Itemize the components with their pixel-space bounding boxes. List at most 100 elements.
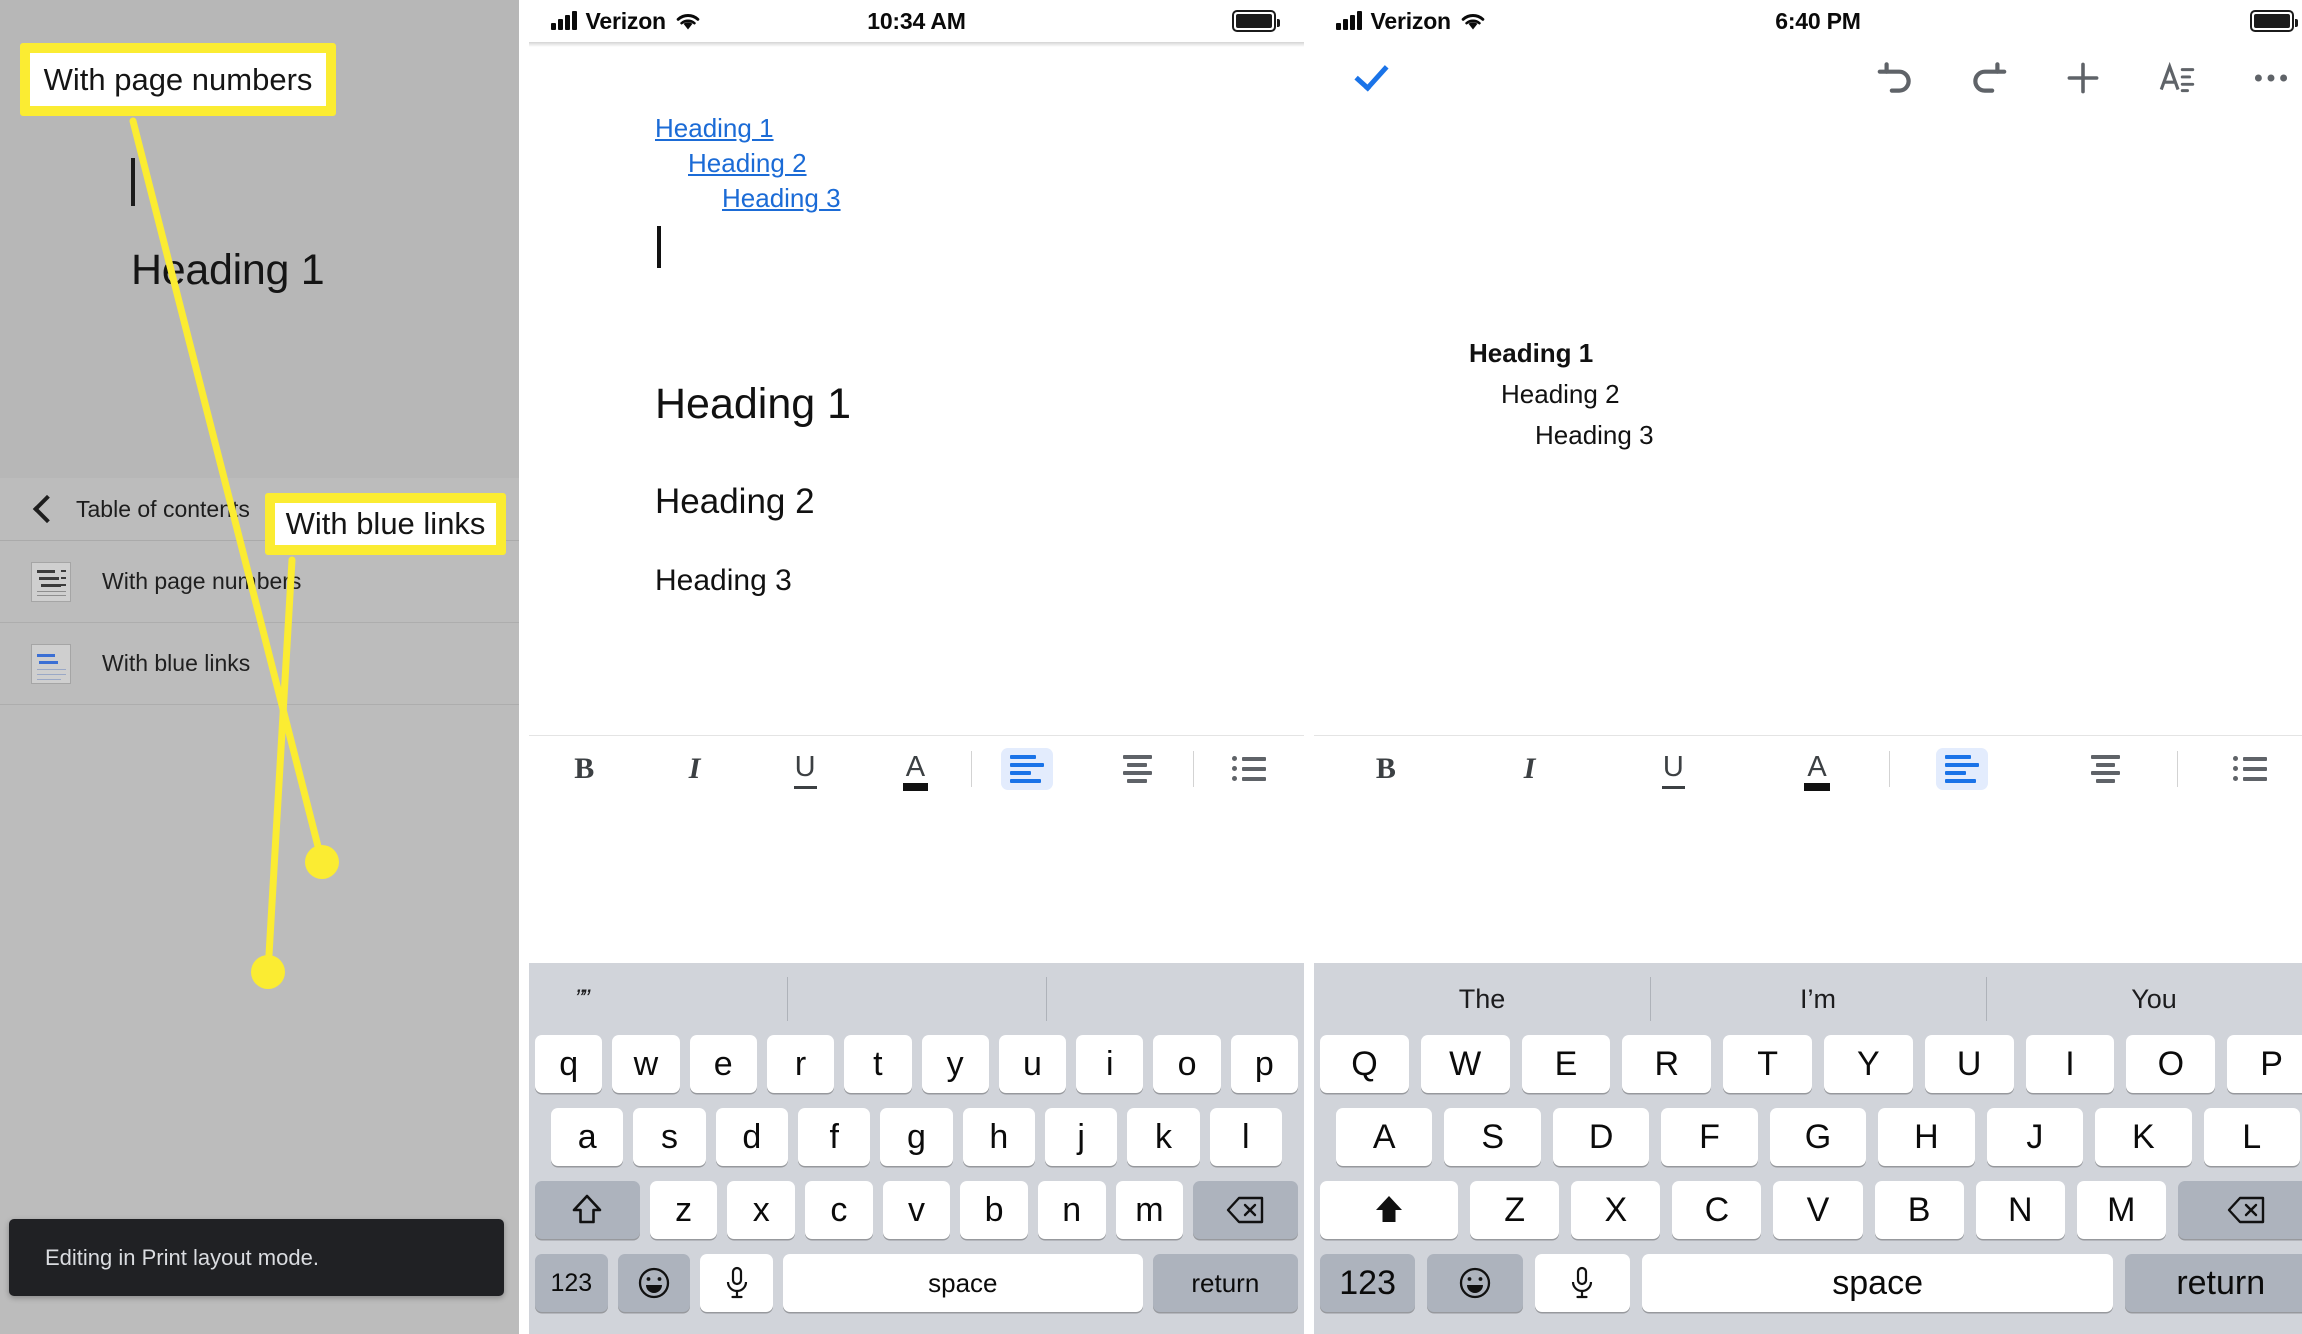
- key-s[interactable]: s: [633, 1108, 706, 1166]
- emoji-key[interactable]: [1427, 1254, 1523, 1312]
- align-center-button[interactable]: [2034, 744, 2178, 794]
- prediction-1[interactable]: The: [1314, 977, 1650, 1021]
- italic-button[interactable]: I: [1458, 744, 1602, 794]
- key-x[interactable]: x: [727, 1181, 796, 1239]
- emoji-key[interactable]: [617, 1254, 691, 1312]
- key-f[interactable]: F: [1661, 1108, 1758, 1166]
- key-b[interactable]: b: [960, 1181, 1028, 1239]
- bold-button[interactable]: B: [529, 744, 639, 794]
- key-c[interactable]: c: [805, 1181, 873, 1239]
- text-color-button[interactable]: A: [860, 744, 970, 794]
- key-h[interactable]: h: [962, 1108, 1035, 1166]
- key-q[interactable]: Q: [1320, 1035, 1409, 1093]
- key-e[interactable]: E: [1521, 1035, 1611, 1093]
- key-k[interactable]: K: [2095, 1108, 2192, 1166]
- key-b[interactable]: B: [1874, 1181, 1964, 1239]
- document-canvas[interactable]: Heading 1 Heading 2 Heading 3: [1314, 114, 2302, 451]
- underline-button[interactable]: U: [750, 744, 860, 794]
- key-z[interactable]: z: [649, 1181, 718, 1239]
- key-i[interactable]: I: [2025, 1035, 2115, 1093]
- key-n[interactable]: N: [1975, 1181, 2065, 1239]
- toc-link-heading-3[interactable]: Heading 3: [722, 183, 841, 214]
- key-u[interactable]: U: [1924, 1035, 2014, 1093]
- key-i[interactable]: i: [1076, 1035, 1144, 1093]
- italic-button[interactable]: I: [639, 744, 749, 794]
- bulleted-list-button[interactable]: [2178, 744, 2302, 794]
- numbers-key[interactable]: 123: [1320, 1254, 1416, 1312]
- key-a[interactable]: a: [551, 1108, 624, 1166]
- key-e[interactable]: e: [689, 1035, 757, 1093]
- redo-button[interactable]: [1968, 57, 2010, 99]
- key-f[interactable]: f: [798, 1108, 871, 1166]
- document-canvas[interactable]: Heading 1 Heading 2 Heading 3 Heading 1 …: [529, 47, 1304, 598]
- space-key[interactable]: space: [782, 1254, 1143, 1312]
- key-l[interactable]: l: [1209, 1108, 1282, 1166]
- undo-button[interactable]: [1874, 57, 1916, 99]
- return-key[interactable]: return: [2125, 1254, 2302, 1312]
- key-p[interactable]: P: [2227, 1035, 2302, 1093]
- key-s[interactable]: S: [1444, 1108, 1541, 1166]
- key-t[interactable]: T: [1723, 1035, 1812, 1093]
- key-z[interactable]: Z: [1470, 1181, 1560, 1239]
- text-color-button[interactable]: A: [1745, 744, 1889, 794]
- key-r[interactable]: R: [1622, 1035, 1712, 1093]
- prediction-3[interactable]: [1045, 977, 1304, 1021]
- chevron-left-icon[interactable]: [30, 496, 56, 522]
- key-h[interactable]: H: [1878, 1108, 1975, 1166]
- key-v[interactable]: V: [1773, 1181, 1863, 1239]
- dictation-key[interactable]: [1534, 1254, 1630, 1312]
- backspace-key[interactable]: [2177, 1181, 2302, 1239]
- key-l[interactable]: L: [2203, 1108, 2300, 1166]
- key-p[interactable]: p: [1230, 1035, 1298, 1093]
- backspace-key[interactable]: [1193, 1181, 1298, 1239]
- shift-key[interactable]: [535, 1181, 640, 1239]
- toc-link-heading-1[interactable]: Heading 1: [655, 113, 774, 144]
- key-a[interactable]: A: [1336, 1108, 1433, 1166]
- key-v[interactable]: v: [882, 1181, 951, 1239]
- underline-button[interactable]: U: [1601, 744, 1745, 794]
- key-j[interactable]: j: [1044, 1108, 1118, 1166]
- align-left-button[interactable]: [1890, 744, 2034, 794]
- on-screen-keyboard[interactable]: The I’m You Q W E R T Y U I O P A S D F: [1314, 963, 2302, 1334]
- key-y[interactable]: Y: [1824, 1035, 1913, 1093]
- key-k[interactable]: k: [1127, 1108, 1200, 1166]
- toc-link-heading-2[interactable]: Heading 2: [688, 148, 807, 179]
- key-m[interactable]: m: [1115, 1181, 1184, 1239]
- key-o[interactable]: o: [1153, 1035, 1221, 1093]
- key-q[interactable]: q: [535, 1035, 603, 1093]
- prediction-1[interactable]: ””: [529, 977, 787, 1021]
- numbers-key[interactable]: 123: [535, 1254, 608, 1312]
- prediction-2[interactable]: [787, 977, 1045, 1021]
- key-w[interactable]: W: [1420, 1035, 1510, 1093]
- key-g[interactable]: G: [1769, 1108, 1867, 1166]
- key-c[interactable]: C: [1672, 1181, 1762, 1239]
- done-checkmark-button[interactable]: [1350, 57, 1392, 99]
- key-m[interactable]: M: [2076, 1181, 2166, 1239]
- on-screen-keyboard[interactable]: ”” q w e r t y u i o p a s d f g h j k l…: [529, 963, 1304, 1334]
- key-w[interactable]: w: [612, 1035, 680, 1093]
- bulleted-list-button[interactable]: [1194, 744, 1304, 794]
- prediction-2[interactable]: I’m: [1650, 977, 1986, 1021]
- bold-button[interactable]: B: [1314, 744, 1458, 794]
- key-r[interactable]: r: [766, 1035, 835, 1093]
- key-y[interactable]: y: [921, 1035, 989, 1093]
- overflow-menu-button[interactable]: [2250, 57, 2292, 99]
- key-o[interactable]: O: [2126, 1035, 2216, 1093]
- key-d[interactable]: D: [1552, 1108, 1650, 1166]
- shift-key[interactable]: [1320, 1181, 1459, 1239]
- key-g[interactable]: g: [880, 1108, 953, 1166]
- key-j[interactable]: J: [1986, 1108, 2084, 1166]
- return-key[interactable]: return: [1152, 1254, 1298, 1312]
- key-n[interactable]: n: [1037, 1181, 1106, 1239]
- prediction-3[interactable]: You: [1986, 977, 2302, 1021]
- space-key[interactable]: space: [1641, 1254, 2114, 1312]
- key-u[interactable]: u: [998, 1035, 1067, 1093]
- insert-plus-button[interactable]: [2062, 57, 2104, 99]
- key-d[interactable]: d: [715, 1108, 788, 1166]
- toc-option-with-blue-links[interactable]: With blue links: [0, 623, 519, 705]
- align-center-button[interactable]: [1082, 744, 1192, 794]
- key-t[interactable]: t: [844, 1035, 912, 1093]
- text-format-button[interactable]: [2156, 57, 2198, 99]
- dictation-key[interactable]: [700, 1254, 773, 1312]
- key-x[interactable]: X: [1571, 1181, 1661, 1239]
